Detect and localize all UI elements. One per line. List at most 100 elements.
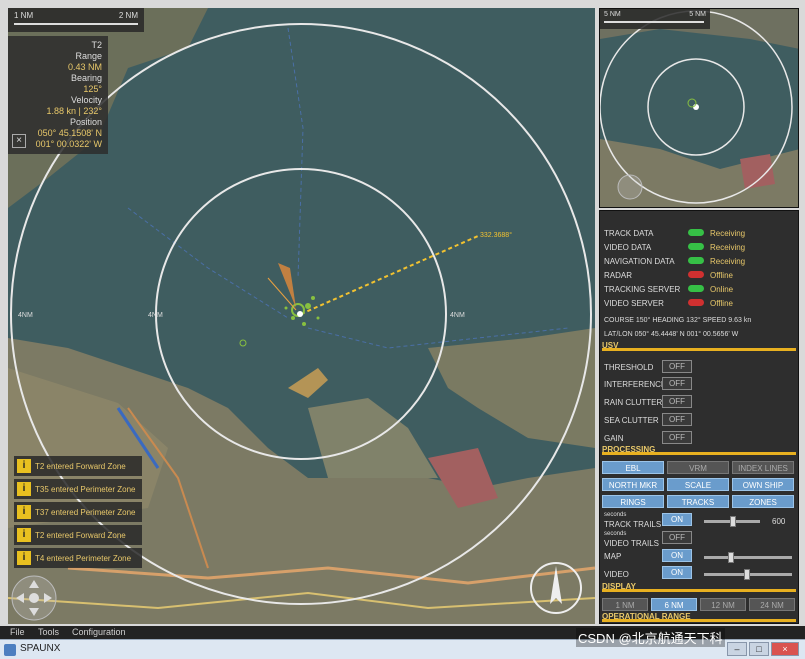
vrm-button[interactable]: VRM: [667, 461, 729, 474]
track-info-panel: T2 Range 0.43 NM Bearing 125° Velocity 1…: [8, 36, 108, 154]
sea-clutter-label: SEA CLUTTER: [604, 416, 659, 425]
status-indicator: [688, 299, 704, 306]
window-controls: – □ ×: [727, 642, 799, 656]
own-ship-button[interactable]: OWN SHIP: [732, 478, 794, 491]
video-trails-toggle[interactable]: OFF: [662, 531, 692, 544]
ebl-button[interactable]: EBL: [602, 461, 664, 474]
status-state: Receiving: [710, 243, 746, 252]
gain-toggle[interactable]: OFF: [662, 431, 692, 444]
bearing-value: 125°: [83, 84, 102, 94]
ownship-course: COURSE 150° HEADING 132° SPEED 9.63 kn: [604, 317, 752, 324]
status-state: Receiving: [710, 229, 746, 238]
alert-text: T37 entered Perimeter Zone: [35, 507, 136, 517]
north-marker-button[interactable]: NORTH MKR: [602, 478, 664, 491]
ring-label-outer: 4NM: [18, 312, 33, 319]
sea-clutter-toggle[interactable]: OFF: [662, 413, 692, 426]
alert-text: T35 entered Perimeter Zone: [35, 484, 136, 494]
usv-section-title: USV: [602, 341, 796, 351]
bearing-label: Bearing: [70, 73, 102, 83]
status-state: Receiving: [710, 257, 746, 266]
range-value: 0.43 NM: [67, 62, 102, 72]
range-24nm-button[interactable]: 24 NM: [749, 598, 795, 611]
track-trails-slider-knob[interactable]: [730, 516, 736, 527]
rain-clutter-label: RAIN CLUTTER: [604, 398, 663, 407]
velocity-value: 1.88 kn | 232°: [46, 106, 102, 116]
north-compass-icon: [530, 562, 582, 614]
alert-text: T2 entered Forward Zone: [35, 530, 126, 540]
status-state: Offline: [710, 299, 733, 308]
close-window-icon[interactable]: ×: [771, 642, 799, 656]
menu-file[interactable]: File: [10, 627, 25, 637]
track-trails-toggle[interactable]: ON: [662, 513, 692, 526]
rings-button[interactable]: RINGS: [602, 495, 664, 508]
minimize-icon[interactable]: –: [727, 642, 747, 656]
processing-section-title: PROCESSING: [602, 445, 796, 455]
status-indicator: [688, 285, 704, 292]
map-slider[interactable]: [704, 556, 792, 559]
menu-tools[interactable]: Tools: [38, 627, 59, 637]
threshold-toggle[interactable]: OFF: [662, 360, 692, 373]
map-label: MAP: [604, 552, 622, 561]
scale-left-label: 1 NM: [14, 11, 34, 20]
rain-clutter-toggle[interactable]: OFF: [662, 395, 692, 408]
status-state: Online: [710, 285, 734, 294]
range-12nm-button[interactable]: 12 NM: [700, 598, 746, 611]
interference-toggle[interactable]: OFF: [662, 377, 692, 390]
app-icon: [4, 644, 16, 656]
track-trails-unit: seconds: [604, 512, 627, 518]
range-6nm-button[interactable]: 6 NM: [651, 598, 697, 611]
warning-icon: i: [17, 482, 31, 496]
tracks-button[interactable]: TRACKS: [667, 495, 729, 508]
status-indicator: [688, 243, 704, 250]
alert-text: T2 entered Forward Zone: [35, 461, 126, 471]
alert-item[interactable]: i T2 entered Forward Zone: [14, 456, 142, 476]
zones-button[interactable]: ZONES: [732, 495, 794, 508]
video-toggle[interactable]: ON: [662, 566, 692, 579]
maximize-icon[interactable]: □: [749, 642, 769, 656]
alert-item[interactable]: i T35 entered Perimeter Zone: [14, 479, 142, 499]
ownship-position: LAT/LON 050° 45.4448' N 001° 00.5656' W: [604, 331, 739, 338]
position-lat: 050° 45.1508' N: [37, 128, 102, 138]
position-lon: 001° 00.0322' W: [35, 139, 102, 149]
interference-label: INTERFERENCE: [604, 380, 667, 389]
status-row-video-data: VIDEO DATA Receiving: [604, 243, 794, 252]
status-row-video-server: VIDEO SERVER Offline: [604, 299, 794, 308]
threshold-label: THRESHOLD: [604, 363, 654, 372]
close-icon[interactable]: ×: [12, 134, 26, 148]
overview-pan-icon[interactable]: [617, 174, 643, 200]
alert-item[interactable]: i T4 entered Perimeter Zone: [14, 548, 142, 568]
alert-item[interactable]: i T2 entered Forward Zone: [14, 525, 142, 545]
status-indicator: [688, 271, 704, 278]
status-row-radar: RADAR Offline: [604, 271, 794, 280]
map-toggle[interactable]: ON: [662, 549, 692, 562]
video-label: VIDEO: [604, 570, 629, 579]
map-slider-knob[interactable]: [728, 552, 734, 563]
overview-map-svg: [600, 9, 798, 207]
status-state: Offline: [710, 271, 733, 280]
overview-scale-bar: 5 NM 5 NM: [600, 9, 710, 29]
status-label: TRACKING SERVER: [604, 285, 681, 294]
radar-view[interactable]: 1 NM 2 NM 332.3688° 4NM 4NM 4NM T2 Range…: [8, 8, 595, 624]
overview-scale-right: 5 NM: [689, 11, 706, 18]
video-slider-knob[interactable]: [744, 569, 750, 580]
scale-button[interactable]: SCALE: [667, 478, 729, 491]
status-indicator: [688, 229, 704, 236]
warning-icon: i: [17, 459, 31, 473]
alert-item[interactable]: i T37 entered Perimeter Zone: [14, 502, 142, 522]
watermark: CSDN @北京航通天下科: [576, 628, 725, 647]
control-panel: TRACK DATA Receiving VIDEO DATA Receiving …: [599, 210, 799, 624]
index-lines-button[interactable]: INDEX LINES: [732, 461, 794, 474]
track-id: T2: [91, 40, 102, 50]
range-label: Range: [75, 51, 102, 61]
status-label: TRACK DATA: [604, 229, 654, 238]
video-trails-label: VIDEO TRAILS: [604, 539, 659, 548]
status-label: NAVIGATION DATA: [604, 257, 675, 266]
overview-map[interactable]: 5 NM 5 NM: [599, 8, 799, 208]
alert-list: i T2 entered Forward Zone i T35 entered Pe…: [14, 456, 142, 571]
menu-configuration[interactable]: Configuration: [72, 627, 126, 637]
scale-bar: 1 NM 2 NM: [8, 8, 144, 32]
range-1nm-button[interactable]: 1 NM: [602, 598, 648, 611]
pan-control[interactable]: [8, 572, 60, 624]
alert-text: T4 entered Perimeter Zone: [35, 553, 132, 563]
status-indicator: [688, 257, 704, 264]
